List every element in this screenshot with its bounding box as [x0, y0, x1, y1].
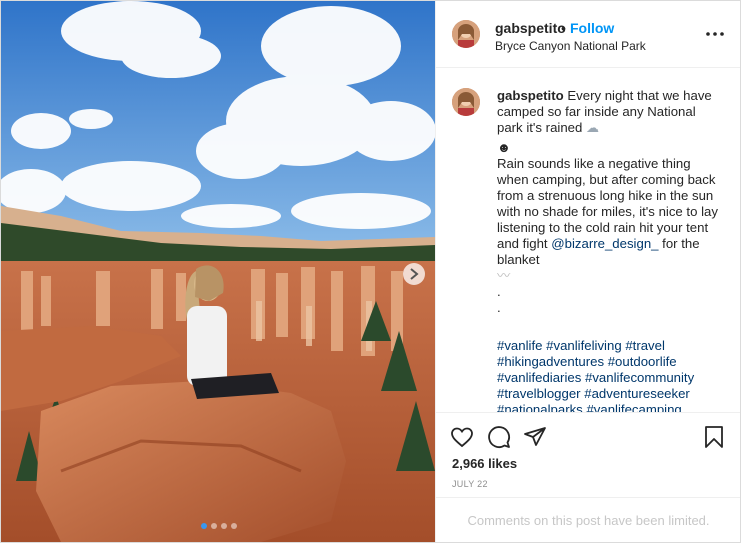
hashtag-link[interactable]: #hikingadventures [497, 354, 604, 369]
hashtag-link[interactable]: #vanlifediaries [497, 370, 581, 385]
hashtag-link[interactable]: #vanlifecommunity [585, 370, 694, 385]
caption-area: gabspetito Every night that we have camp… [436, 67, 740, 412]
avatar[interactable] [452, 20, 480, 48]
next-slide-button[interactable] [403, 263, 425, 285]
hashtag-link[interactable]: #travelblogger [497, 386, 581, 401]
heart-icon [451, 427, 473, 448]
hashtag-link[interactable]: #adventureseeker [584, 386, 690, 401]
chevron-right-icon [410, 268, 419, 280]
caption-username[interactable]: gabspetito [497, 88, 564, 103]
caption-dot-1: . [497, 284, 501, 299]
caption-emoji-line: ☻ [497, 140, 511, 155]
hashtag-link[interactable]: #vanlife [497, 338, 542, 353]
canyon-photo-illustration [1, 1, 435, 542]
bookmark-icon [705, 426, 723, 448]
like-button[interactable] [450, 425, 474, 449]
avatar-image [452, 88, 480, 116]
carousel-indicator [201, 523, 237, 529]
share-icon [524, 427, 546, 446]
post-modal: gabspetito • Follow Bryce Canyon Nationa… [0, 0, 741, 543]
caption-dot-2: . [497, 300, 501, 315]
share-button[interactable] [523, 425, 547, 449]
carousel-dot [201, 523, 207, 529]
caption-wave-line: 〰 [497, 268, 511, 283]
cloud-emoji: ☁ [586, 120, 600, 135]
more-options-button[interactable] [704, 23, 726, 45]
hashtag-link[interactable]: #outdoorlife [608, 354, 677, 369]
mention-link[interactable]: @bizarre_design_ [551, 236, 658, 251]
post-photo[interactable] [1, 1, 435, 542]
post-actions: 2,966 likes JULY 22 Comments on this pos… [436, 412, 740, 542]
carousel-dot [221, 523, 227, 529]
comments-limited-notice: Comments on this post have been limited. [436, 497, 740, 542]
header-username[interactable]: gabspetito [495, 20, 566, 36]
avatar-image [452, 20, 480, 48]
hashtag-link[interactable]: #vanlifecamping [586, 402, 681, 412]
hashtag-link[interactable]: #travel [625, 338, 665, 353]
more-options-icon [706, 32, 724, 36]
like-count[interactable]: 2,966 likes [452, 456, 517, 471]
hashtag-link[interactable]: #vanlifeliving [546, 338, 622, 353]
follow-button[interactable]: Follow [570, 20, 614, 36]
hashtag-link[interactable]: #nationalparks [497, 402, 583, 412]
caption-text: gabspetito Every night that we have camp… [497, 88, 719, 412]
caption-avatar[interactable] [452, 88, 480, 116]
carousel-dot [231, 523, 237, 529]
header-separator: • [561, 20, 566, 36]
carousel-dot [211, 523, 217, 529]
comment-icon [488, 426, 510, 448]
post-side-panel: gabspetito • Follow Bryce Canyon Nationa… [435, 1, 740, 542]
location-link[interactable]: Bryce Canyon National Park [495, 39, 646, 53]
post-header: gabspetito • Follow Bryce Canyon Nationa… [436, 1, 740, 68]
hashtag-list: #vanlife #vanlifeliving #travel #hikinga… [497, 338, 719, 412]
save-button[interactable] [702, 425, 726, 449]
comment-button[interactable] [487, 425, 511, 449]
post-date: JULY 22 [452, 479, 488, 489]
